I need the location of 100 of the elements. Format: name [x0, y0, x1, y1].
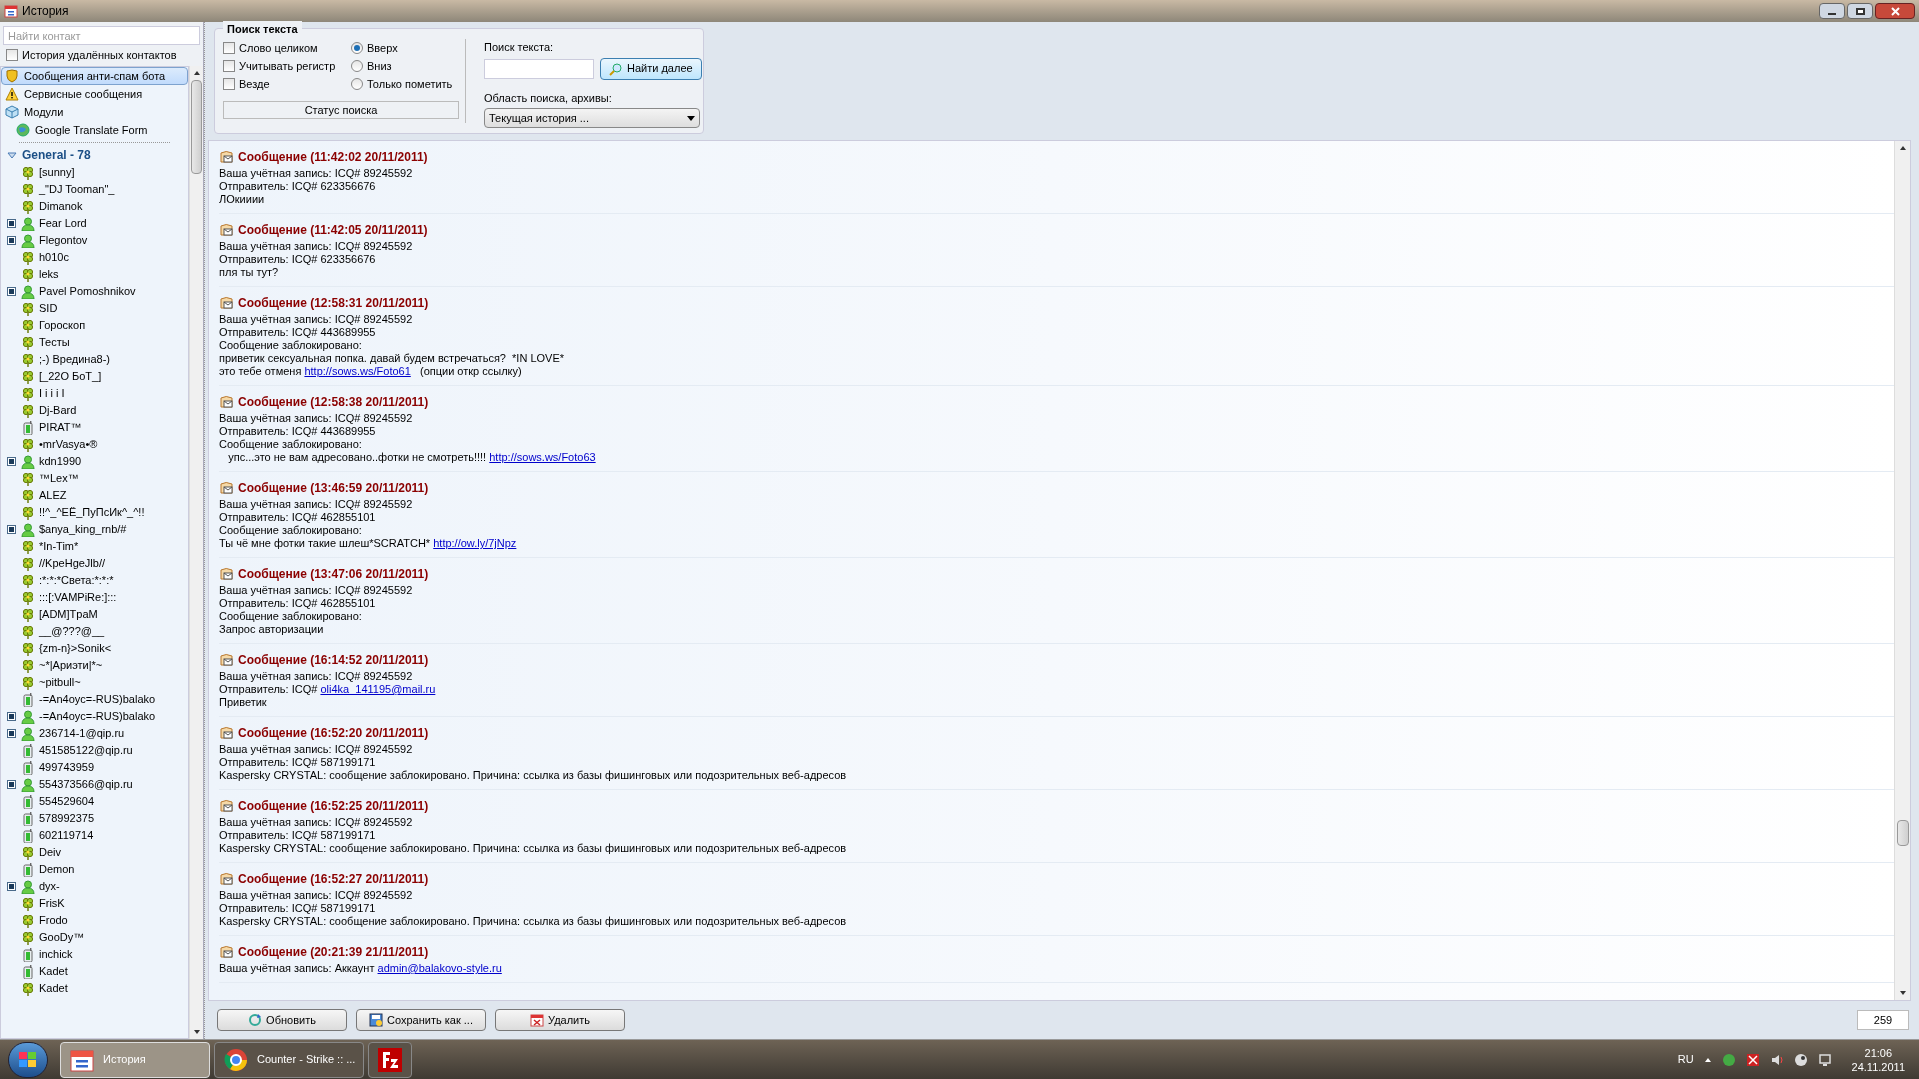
contact-name[interactable]: Тесты: [39, 334, 70, 351]
contact-name[interactable]: I i i i I: [39, 385, 65, 402]
checkbox[interactable]: [6, 49, 18, 61]
link[interactable]: http://sows.ws/Foto63: [489, 451, 596, 463]
contact-name[interactable]: Deiv: [39, 844, 61, 861]
contact-name[interactable]: ™Lex™: [39, 470, 79, 487]
expand-toggle[interactable]: [7, 729, 16, 738]
contact-name[interactable]: dyx-: [39, 878, 60, 895]
radio-button[interactable]: [351, 78, 363, 90]
checkbox[interactable]: [223, 78, 235, 90]
scope-dropdown[interactable]: Текущая история ...: [484, 108, 700, 128]
contact-name[interactable]: FrisK: [39, 895, 65, 912]
checkbox[interactable]: [223, 60, 235, 72]
contact-name[interactable]: :::[:VAMPiRe:]:::: [39, 589, 117, 606]
contact-name[interactable]: ~*|Ариэти|*~: [39, 657, 103, 674]
scrollbar[interactable]: [189, 66, 203, 1039]
contact-name[interactable]: ~pitbull~: [39, 674, 81, 691]
tree-item[interactable]: Сообщения анти-спам бота: [1, 67, 188, 85]
contact-name[interactable]: Dimanok: [39, 198, 83, 215]
find-next-button[interactable]: Найти далее: [600, 57, 702, 80]
link[interactable]: oli4ka_141195@mail.ru: [320, 683, 436, 695]
clock[interactable]: 21:06 24.11.2011: [1851, 1045, 1905, 1074]
message-line: Отправитель: ICQ# 587199171: [219, 756, 377, 769]
contact-name[interactable]: Demon: [39, 861, 75, 878]
language-indicator[interactable]: RU: [1677, 1051, 1694, 1068]
group-header[interactable]: General - 78: [1, 146, 188, 164]
tray-blocked-icon[interactable]: [1745, 1052, 1760, 1067]
checkbox[interactable]: [223, 42, 235, 54]
contact-name[interactable]: _"DJ Tooman"_: [39, 181, 115, 198]
contact-name[interactable]: $anya_king_rnb/#: [39, 521, 127, 538]
contact-name[interactable]: {zm-n}>Sonik<: [39, 640, 112, 657]
contact-name[interactable]: :*:*:*Света:*:*:*: [39, 572, 114, 589]
expand-toggle[interactable]: [7, 236, 16, 245]
action-button[interactable]: Обновить: [217, 1009, 347, 1031]
contact-name[interactable]: Kadet: [39, 980, 68, 997]
contact-name[interactable]: 554373566@qip.ru: [39, 776, 133, 793]
contact-name[interactable]: 499743959: [39, 759, 95, 776]
speaker-icon[interactable]: [1769, 1052, 1784, 1067]
contact-name[interactable]: PIRAT™: [39, 419, 82, 436]
contact-name[interactable]: *In-Tim*: [39, 538, 79, 555]
contact-name[interactable]: Frodo: [39, 912, 68, 929]
contact-name[interactable]: leks: [39, 266, 59, 283]
search-text-field[interactable]: [484, 58, 594, 79]
contact-name[interactable]: 578992375: [39, 810, 95, 827]
link[interactable]: http://sows.ws/Foto61: [304, 365, 411, 377]
contact-name[interactable]: ;-) Вредина8-): [39, 351, 110, 368]
contact-name[interactable]: Flegontov: [39, 232, 88, 249]
start-button[interactable]: [8, 1041, 48, 1078]
taskbar-button[interactable]: [368, 1041, 412, 1078]
scroll-thumb[interactable]: [1896, 820, 1909, 846]
contact-name[interactable]: ALEZ: [39, 487, 67, 504]
expand-toggle[interactable]: [7, 882, 16, 891]
expand-toggle[interactable]: [7, 457, 16, 466]
link[interactable]: http://ow.ly/7jNpz: [433, 537, 517, 549]
contact-name[interactable]: Dj-Bard: [39, 402, 77, 419]
contact-name[interactable]: Pavel Pomoshnikov: [39, 283, 136, 300]
contact-name[interactable]: -=An4oyc=-RUS)balako: [39, 708, 156, 725]
scrollbar[interactable]: [1894, 141, 1910, 1000]
message-line: Ваша учётная запись: Аккаунт admin@balakovo-style.ru: [219, 962, 503, 975]
contact-name[interactable]: 236714-1@qip.ru: [39, 725, 125, 742]
contact-name[interactable]: inchick: [39, 946, 73, 963]
tree-item[interactable]: Сервисные сообщения: [1, 85, 188, 103]
minimize-button[interactable]: [1819, 3, 1845, 19]
contact-search-field[interactable]: Найти контакт: [3, 26, 200, 45]
contact-name[interactable]: h010c: [39, 249, 69, 266]
tree-item[interactable]: Google Translate Form: [1, 121, 188, 139]
contact-name[interactable]: -=An4oyc=-RUS)balako: [39, 691, 156, 708]
network-icon[interactable]: [1817, 1052, 1832, 1067]
contact-name[interactable]: 451585122@qip.ru: [39, 742, 133, 759]
expand-toggle[interactable]: [7, 780, 16, 789]
contact-name[interactable]: [sunny]: [39, 164, 75, 181]
contact-name[interactable]: •mrVasya•®: [39, 436, 98, 453]
contact-name[interactable]: 602119714: [39, 827, 94, 844]
expand-toggle[interactable]: [7, 219, 16, 228]
contact-name[interactable]: //KpeHgeJlb//: [39, 555, 106, 572]
contact-name[interactable]: [_22O БоТ_]: [39, 368, 102, 385]
scroll-thumb[interactable]: [191, 80, 202, 174]
expand-toggle[interactable]: [7, 525, 16, 534]
action-button[interactable]: Удалить: [495, 1009, 625, 1031]
contact-name[interactable]: GooDy™: [39, 929, 85, 946]
radio-button[interactable]: [351, 42, 363, 54]
contact-name[interactable]: kdn1990: [39, 453, 82, 470]
maximize-button[interactable]: [1847, 3, 1873, 19]
expand-toggle[interactable]: [7, 712, 16, 721]
contact-name[interactable]: 554529604: [39, 793, 95, 810]
tree-item[interactable]: Модули: [1, 103, 188, 121]
contact-name[interactable]: Fear Lord: [39, 215, 87, 232]
contact-name[interactable]: __@???@__: [39, 623, 105, 640]
tray-app-icon[interactable]: [1721, 1052, 1736, 1067]
contact-name[interactable]: Гороскоп: [39, 317, 86, 334]
contact-name[interactable]: [ADM]TpaM: [39, 606, 98, 623]
close-button[interactable]: [1875, 3, 1915, 19]
link[interactable]: admin@balakovo-style.ru: [377, 962, 502, 974]
expand-toggle[interactable]: [7, 287, 16, 296]
action-button[interactable]: Сохранить как ...: [356, 1009, 486, 1031]
taskbar-button[interactable]: Counter - Strike :: ...: [214, 1041, 364, 1078]
contact-name[interactable]: !!^_^ЕЁ_ПуПсИк^_^!!: [39, 504, 145, 521]
radio-button[interactable]: [351, 60, 363, 72]
contact-name[interactable]: Kadet: [39, 963, 68, 980]
contact-name[interactable]: SID: [39, 300, 58, 317]
